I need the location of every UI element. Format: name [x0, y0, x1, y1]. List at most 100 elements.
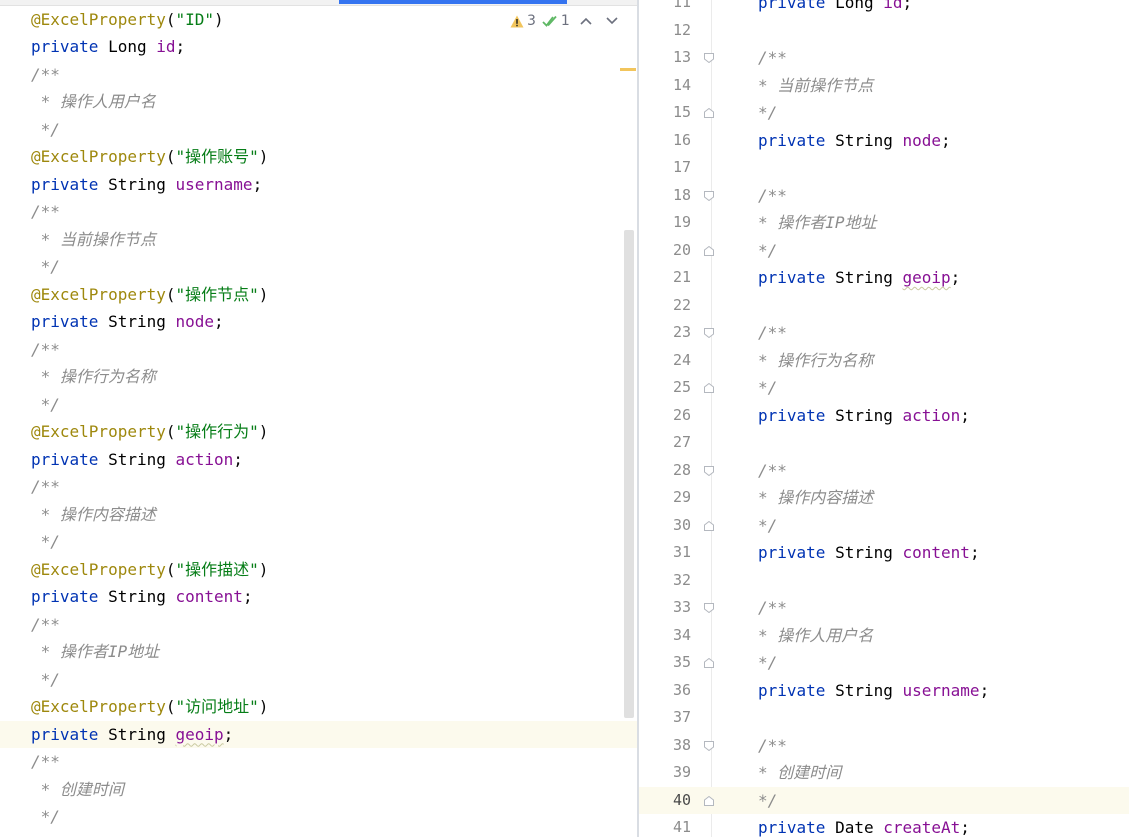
code-token: * 操作人用户名	[31, 92, 156, 111]
code-token: String	[108, 174, 176, 194]
fold-collapse-icon[interactable]	[704, 53, 714, 63]
line-number: 35	[672, 653, 691, 671]
code-line[interactable]: */	[713, 374, 1129, 402]
code-line[interactable]: */	[0, 253, 637, 281]
code-token: private	[31, 587, 109, 606]
code-line[interactable]: private Long id;	[0, 33, 637, 61]
weak-warnings-counter[interactable]: 1	[542, 13, 570, 29]
fold-collapse-icon[interactable]	[704, 465, 714, 476]
code-line[interactable]: private Long id;	[713, 0, 1129, 17]
code-token: String	[835, 268, 903, 287]
code-token: id	[156, 37, 176, 56]
warnings-counter[interactable]: 3	[510, 13, 536, 29]
code-line[interactable]: private String action;	[0, 446, 637, 474]
fold-collapse-icon[interactable]	[704, 328, 714, 338]
fold-end-icon[interactable]	[704, 383, 714, 393]
code-line[interactable]: * 操作行为名称	[713, 347, 1129, 375]
warning-marker-stripe[interactable]	[620, 68, 636, 71]
code-line[interactable]	[713, 567, 1129, 595]
previous-highlight-button[interactable]	[576, 14, 596, 29]
line-number: 11	[672, 0, 691, 11]
line-number: 18	[672, 185, 691, 204]
fold-collapse-icon[interactable]	[704, 190, 714, 201]
code-line[interactable]: /**	[0, 336, 637, 364]
code-line[interactable]: */	[0, 116, 637, 144]
code-token: private	[31, 312, 109, 331]
right-editor-pane[interactable]: private Long id; /** * 当前操作节点 */ private Str…	[639, 0, 1129, 837]
code-line[interactable]: * 操作人用户名	[0, 88, 637, 116]
code-line[interactable]	[713, 292, 1129, 320]
code-line[interactable]: * 创建时间	[0, 776, 637, 804]
code-line[interactable]: /**	[0, 611, 637, 639]
code-token: private	[31, 724, 109, 744]
fold-end-icon[interactable]	[704, 245, 714, 256]
line-number: 24	[672, 350, 691, 369]
code-line[interactable]: @ExcelProperty("操作行为")	[0, 418, 637, 446]
code-line[interactable]: @ExcelProperty("访问地址")	[0, 693, 637, 721]
code-token: /**	[758, 323, 787, 342]
code-line[interactable]: /**	[0, 473, 637, 501]
code-token: ;	[233, 449, 243, 469]
code-token: ;	[950, 268, 961, 287]
code-line[interactable]: */	[713, 512, 1129, 540]
code-line[interactable]: /**	[713, 182, 1129, 210]
code-token: (	[165, 284, 176, 304]
code-line[interactable]: /**	[713, 319, 1129, 347]
next-highlight-button[interactable]	[602, 14, 622, 29]
code-line[interactable]	[713, 429, 1129, 457]
code-line[interactable]: * 当前操作节点	[713, 72, 1129, 100]
code-line[interactable]: * 操作内容描述	[0, 501, 637, 529]
code-line[interactable]: */	[0, 666, 637, 694]
fold-end-icon[interactable]	[704, 108, 714, 118]
code-line[interactable]: * 操作者IP地址	[713, 209, 1129, 237]
code-line[interactable]: private String node;	[0, 308, 637, 336]
fold-collapse-icon[interactable]	[704, 603, 714, 613]
code-line[interactable]: * 创建时间	[713, 759, 1129, 787]
code-token: String	[108, 312, 176, 331]
code-line[interactable]	[713, 154, 1129, 182]
code-line[interactable]: /**	[713, 594, 1129, 622]
code-line[interactable]: @ExcelProperty("操作节点")	[0, 281, 637, 309]
code-line[interactable]: */	[713, 649, 1129, 677]
code-line[interactable]: /**	[0, 61, 637, 89]
code-line[interactable]: * 当前操作节点	[0, 226, 637, 254]
line-number: 38	[672, 735, 691, 754]
inspection-widget[interactable]: 3 1	[510, 10, 622, 32]
code-line[interactable]: * 操作行为名称	[0, 363, 637, 391]
code-line[interactable]: * 操作者IP地址	[0, 638, 637, 666]
code-line[interactable]: private String content;	[713, 539, 1129, 567]
code-line[interactable]: @ExcelProperty("操作描述")	[0, 556, 637, 584]
code-line[interactable]: /**	[0, 748, 637, 776]
code-line[interactable]: * 操作内容描述	[713, 484, 1129, 512]
code-token: ;	[902, 0, 913, 12]
code-line[interactable]: private String node;	[713, 127, 1129, 155]
code-line[interactable]: /**	[713, 44, 1129, 72]
code-line[interactable]: @ExcelProperty("操作账号")	[0, 143, 637, 171]
code-line[interactable]: private String action;	[713, 402, 1129, 430]
fold-collapse-icon[interactable]	[704, 740, 714, 751]
fold-end-icon[interactable]	[704, 658, 714, 668]
code-line[interactable]: */	[0, 803, 637, 831]
code-line[interactable]: private Date createAt;	[713, 814, 1129, 837]
code-line[interactable]: */	[713, 237, 1129, 265]
code-line[interactable]	[713, 17, 1129, 45]
code-line[interactable]: */	[713, 99, 1129, 127]
code-line[interactable]: private String username;	[0, 171, 637, 199]
code-token: username	[902, 680, 980, 700]
code-line[interactable]: private String geoip;	[713, 264, 1129, 292]
code-line[interactable]: /**	[0, 198, 637, 226]
fold-end-icon[interactable]	[704, 795, 714, 806]
fold-end-icon[interactable]	[704, 520, 714, 531]
vertical-scrollbar-thumb[interactable]	[624, 230, 634, 718]
code-line[interactable]	[713, 704, 1129, 732]
code-line[interactable]: private String username;	[713, 677, 1129, 705]
current-code-line[interactable]: private String geoip;	[0, 720, 637, 748]
left-editor-pane[interactable]: @ExcelProperty("ID") private Long id;/** …	[0, 0, 637, 837]
code-token: "操作行为"	[175, 422, 259, 441]
code-line[interactable]: * 操作人用户名	[713, 622, 1129, 650]
code-line[interactable]: /**	[713, 457, 1129, 485]
code-line[interactable]: /**	[713, 732, 1129, 760]
code-line[interactable]: private String content;	[0, 583, 637, 611]
code-line[interactable]: */	[0, 391, 637, 419]
code-line[interactable]: */	[0, 528, 637, 556]
